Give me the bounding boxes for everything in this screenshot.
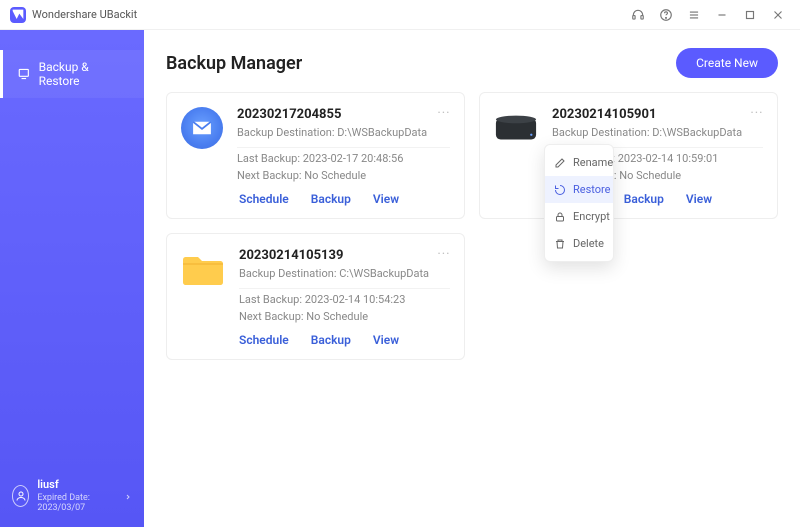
view-link[interactable]: View — [373, 333, 399, 347]
user-expiry: Expired Date: 2023/03/07 — [37, 493, 116, 513]
backup-next: Next Backup: No Schedule — [237, 169, 450, 182]
lock-icon — [554, 211, 566, 223]
more-icon[interactable]: ··· — [436, 246, 452, 262]
context-menu: Rename Restore Encrypt Delete — [544, 144, 614, 262]
restore-icon — [554, 184, 566, 196]
ctx-encrypt[interactable]: Encrypt — [545, 203, 613, 230]
backup-destination: Backup Destination: D:\WSBackupData — [237, 126, 450, 139]
maximize-icon[interactable] — [736, 1, 764, 29]
backup-last: Last Backup: 2023-02-14 10:54:23 — [239, 293, 450, 306]
chevron-right-icon — [124, 486, 132, 505]
backup-card: ··· 20230214105139 Backup Destination: C… — [166, 233, 465, 360]
backup-destination: Backup Destination: C:\WSBackupData — [239, 267, 450, 280]
more-icon[interactable]: ··· — [749, 105, 765, 121]
headset-icon[interactable] — [624, 1, 652, 29]
create-new-button[interactable]: Create New — [676, 48, 778, 78]
app-title: Wondershare UBackit — [32, 8, 137, 21]
schedule-link[interactable]: Schedule — [239, 192, 289, 206]
backup-cards: ··· 20230217204855 Backup Destination: D… — [166, 92, 778, 360]
rename-icon — [554, 157, 566, 169]
titlebar: Wondershare UBackit — [0, 0, 800, 30]
folder-backup-icon — [181, 248, 225, 292]
backup-link[interactable]: Backup — [311, 333, 351, 347]
close-icon[interactable] — [764, 1, 792, 29]
user-name: liusf — [37, 478, 116, 491]
main-content: Backup Manager Create New ··· 2023021720… — [144, 30, 800, 527]
ctx-rename[interactable]: Rename — [545, 149, 613, 176]
backup-link[interactable]: Backup — [624, 192, 664, 206]
menu-icon[interactable] — [680, 1, 708, 29]
disk-backup-icon — [494, 107, 538, 151]
app-logo-icon — [10, 7, 26, 23]
help-icon[interactable] — [652, 1, 680, 29]
minimize-icon[interactable] — [708, 1, 736, 29]
backup-title: 20230214105139 — [239, 248, 450, 263]
backup-title: 20230217204855 — [237, 107, 450, 122]
sidebar-item-backup-restore[interactable]: Backup & Restore — [0, 50, 144, 98]
trash-icon — [554, 238, 566, 250]
backup-link[interactable]: Backup — [311, 192, 351, 206]
backup-card: ··· 20230214105901 Backup Destination: D… — [479, 92, 778, 219]
schedule-link[interactable]: Schedule — [239, 333, 289, 347]
ctx-delete[interactable]: Delete — [545, 230, 613, 257]
sidebar-item-label: Backup & Restore — [39, 60, 130, 88]
mail-backup-icon — [181, 107, 223, 149]
backup-last: Last Backup: 2023-02-17 20:48:56 — [237, 152, 450, 165]
sidebar: Backup & Restore liusf Expired Date: 202… — [0, 30, 144, 527]
backup-next: Next Backup: No Schedule — [239, 310, 450, 323]
user-account[interactable]: liusf Expired Date: 2023/03/07 — [0, 464, 144, 527]
view-link[interactable]: View — [686, 192, 712, 206]
view-link[interactable]: View — [373, 192, 399, 206]
avatar-icon — [12, 485, 29, 507]
ctx-restore[interactable]: Restore — [545, 176, 613, 203]
page-title: Backup Manager — [166, 53, 302, 74]
backup-restore-icon — [17, 67, 31, 81]
backup-destination: Backup Destination: D:\WSBackupData — [552, 126, 763, 139]
backup-title: 20230214105901 — [552, 107, 763, 122]
backup-card: ··· 20230217204855 Backup Destination: D… — [166, 92, 465, 219]
more-icon[interactable]: ··· — [436, 105, 452, 121]
